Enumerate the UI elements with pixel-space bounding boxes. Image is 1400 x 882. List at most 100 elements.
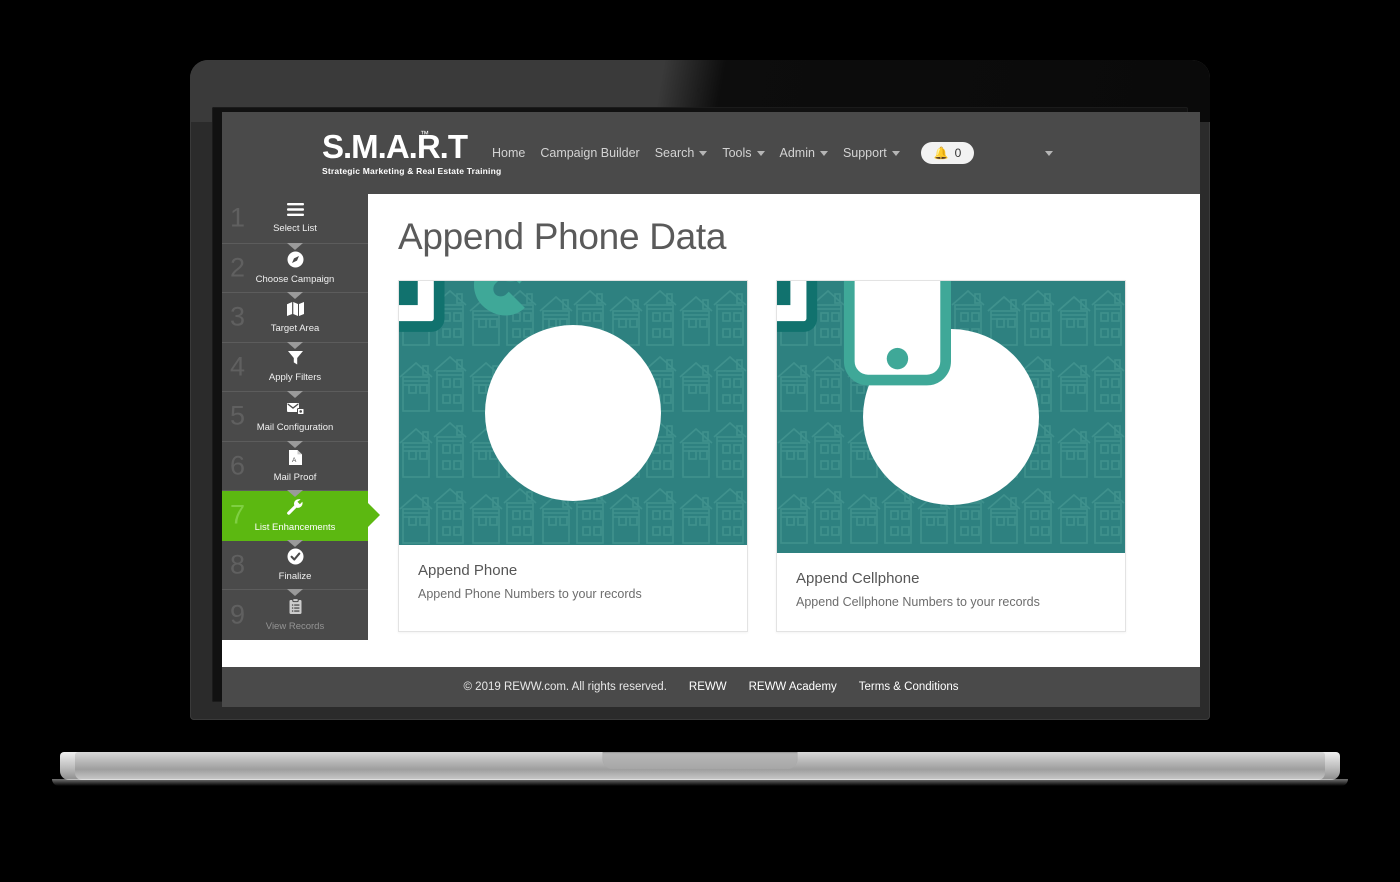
- notifications-button[interactable]: 🔔 0: [920, 142, 975, 164]
- app-header: S.M.A.R.T & ™ Strategic Marketing & Real…: [222, 112, 1200, 194]
- enhancement-card-list: Append Phone Append Phone Numbers to you…: [398, 280, 1200, 632]
- user-menu-button[interactable]: [1045, 150, 1054, 156]
- nav-label: Support: [842, 146, 887, 160]
- nav-label: Tools: [722, 146, 752, 160]
- card-append-cellphone[interactable]: Append Cellphone Append Cellphone Number…: [776, 280, 1126, 632]
- pdf-document-icon: A: [288, 449, 303, 470]
- step-connector-arrow: [287, 589, 303, 596]
- nav-label: Campaign Builder: [540, 146, 640, 160]
- logo-wordmark: S.M.A.R.T & ™: [322, 130, 468, 164]
- nav-label: Home: [492, 146, 526, 160]
- step-connector-arrow: [287, 292, 303, 299]
- chevron-down-icon: [891, 150, 900, 156]
- step-connector-arrow: [287, 391, 303, 398]
- nav-item-campaign-builder[interactable]: Campaign Builder: [540, 146, 639, 160]
- step-label: Finalize: [278, 570, 312, 582]
- step-number: 4: [230, 351, 246, 382]
- footer-link-reww-academy[interactable]: REWW Academy: [749, 681, 837, 693]
- monitor-arrow-handset-icon: [399, 281, 525, 332]
- step-number: 6: [230, 450, 246, 481]
- app-screen: S.M.A.R.T & ™ Strategic Marketing & Real…: [222, 112, 1200, 707]
- app-body: 1 Select List 2 Choose Campaign 3 Target…: [222, 194, 1200, 667]
- chevron-down-icon: [819, 150, 828, 156]
- sidebar-step-select-list[interactable]: 1 Select List: [222, 194, 368, 244]
- sidebar-step-target-area[interactable]: 3 Target Area: [222, 292, 368, 343]
- step-label: Apply Filters: [268, 372, 322, 384]
- brand-logo[interactable]: S.M.A.R.T & ™ Strategic Marketing & Real…: [222, 130, 502, 177]
- step-number: 2: [230, 252, 246, 283]
- card-title: Append Phone: [418, 562, 518, 579]
- footer-link-reww[interactable]: REWW: [689, 681, 727, 693]
- step-connector-arrow: [287, 440, 303, 448]
- main-content: Append Phone Data Append Phone Append Ph…: [368, 194, 1200, 667]
- step-number: 5: [230, 400, 246, 431]
- notification-count: 0: [954, 146, 962, 160]
- step-number: 8: [230, 549, 246, 580]
- page-title: Append Phone Data: [398, 216, 727, 257]
- step-connector-arrow: [287, 539, 303, 547]
- nav-item-search[interactable]: Search: [655, 146, 708, 160]
- nav-label: Admin: [779, 146, 815, 160]
- mail-stack-icon: [286, 400, 305, 420]
- chevron-down-icon: [1045, 150, 1054, 156]
- laptop-base-notch: [602, 752, 798, 769]
- step-label: Select List: [273, 223, 317, 235]
- card-body: Append Cellphone Append Cellphone Number…: [777, 553, 1125, 631]
- footer-link-terms[interactable]: Terms & Conditions: [859, 681, 959, 693]
- laptop-base-shadow: [52, 779, 1348, 786]
- chevron-down-icon: [756, 150, 765, 156]
- step-label: Mail Configuration: [256, 421, 334, 433]
- card-body: Append Phone Append Phone Numbers to you…: [399, 545, 747, 623]
- card-description: Append Cellphone Numbers to your records: [796, 595, 1040, 609]
- nav-item-admin[interactable]: Admin: [780, 146, 828, 160]
- svg-text:A: A: [292, 457, 297, 464]
- card-media: [399, 281, 747, 545]
- step-connector-arrow: [287, 242, 303, 250]
- app-footer: © 2019 REWW.com. All rights reserved. RE…: [222, 667, 1200, 707]
- bell-icon: 🔔: [933, 146, 949, 160]
- logo-trademark: ™: [420, 129, 429, 139]
- sidebar-step-choose-campaign[interactable]: 2 Choose Campaign: [222, 242, 368, 293]
- step-number: 9: [230, 599, 246, 630]
- card-append-phone[interactable]: Append Phone Append Phone Numbers to you…: [398, 280, 748, 632]
- logo-text: S.M.A.R.T: [322, 128, 468, 165]
- check-circle-icon: [287, 548, 304, 569]
- step-label: Choose Campaign: [255, 273, 335, 285]
- step-number: 7: [230, 499, 246, 530]
- step-label: View Records: [265, 620, 325, 632]
- monitor-arrow-smartphone-icon: [777, 281, 951, 386]
- clipboard-icon: [288, 597, 303, 619]
- sidebar-step-list-enhancements[interactable]: 7 List Enhancements: [222, 490, 368, 541]
- logo-ampersand: &: [405, 132, 419, 154]
- funnel-icon: [287, 350, 304, 370]
- step-sidebar: 1 Select List 2 Choose Campaign 3 Target…: [222, 194, 368, 640]
- nav-item-home[interactable]: Home: [492, 146, 525, 160]
- step-connector-arrow: [287, 490, 303, 497]
- card-title: Append Cellphone: [796, 570, 920, 587]
- step-label: List Enhancements: [254, 521, 336, 533]
- step-connector-arrow: [287, 341, 303, 349]
- sidebar-step-finalize[interactable]: 8 Finalize: [222, 539, 368, 590]
- laptop-mockup: S.M.A.R.T & ™ Strategic Marketing & Real…: [0, 0, 1400, 882]
- compass-icon: [287, 251, 304, 272]
- step-label: Mail Proof: [273, 471, 317, 483]
- step-number: 1: [230, 202, 246, 233]
- nav-item-tools[interactable]: Tools: [722, 146, 765, 160]
- copyright-text: © 2019 REWW.com. All rights reserved.: [463, 681, 667, 693]
- card-description: Append Phone Numbers to your records: [418, 587, 642, 601]
- wrench-icon: [286, 498, 304, 520]
- step-label: Target Area: [270, 322, 320, 334]
- sidebar-step-apply-filters[interactable]: 4 Apply Filters: [222, 341, 368, 392]
- sidebar-step-mail-configuration[interactable]: 5 Mail Configuration: [222, 391, 368, 442]
- hamburger-icon: [286, 202, 305, 221]
- nav-item-support[interactable]: Support: [843, 146, 900, 160]
- webcam: [697, 88, 703, 93]
- nav-label: Search: [654, 146, 695, 160]
- main-nav: Home Campaign Builder Search Tools Admin: [492, 142, 1054, 164]
- sidebar-step-mail-proof[interactable]: 6 A Mail Proof: [222, 440, 368, 491]
- sidebar-step-view-records[interactable]: 9 View Records: [222, 589, 368, 640]
- logo-tagline: Strategic Marketing & Real Estate Traini…: [322, 166, 502, 176]
- card-media: [777, 281, 1125, 553]
- step-number: 3: [230, 301, 246, 332]
- chevron-down-icon: [699, 150, 708, 156]
